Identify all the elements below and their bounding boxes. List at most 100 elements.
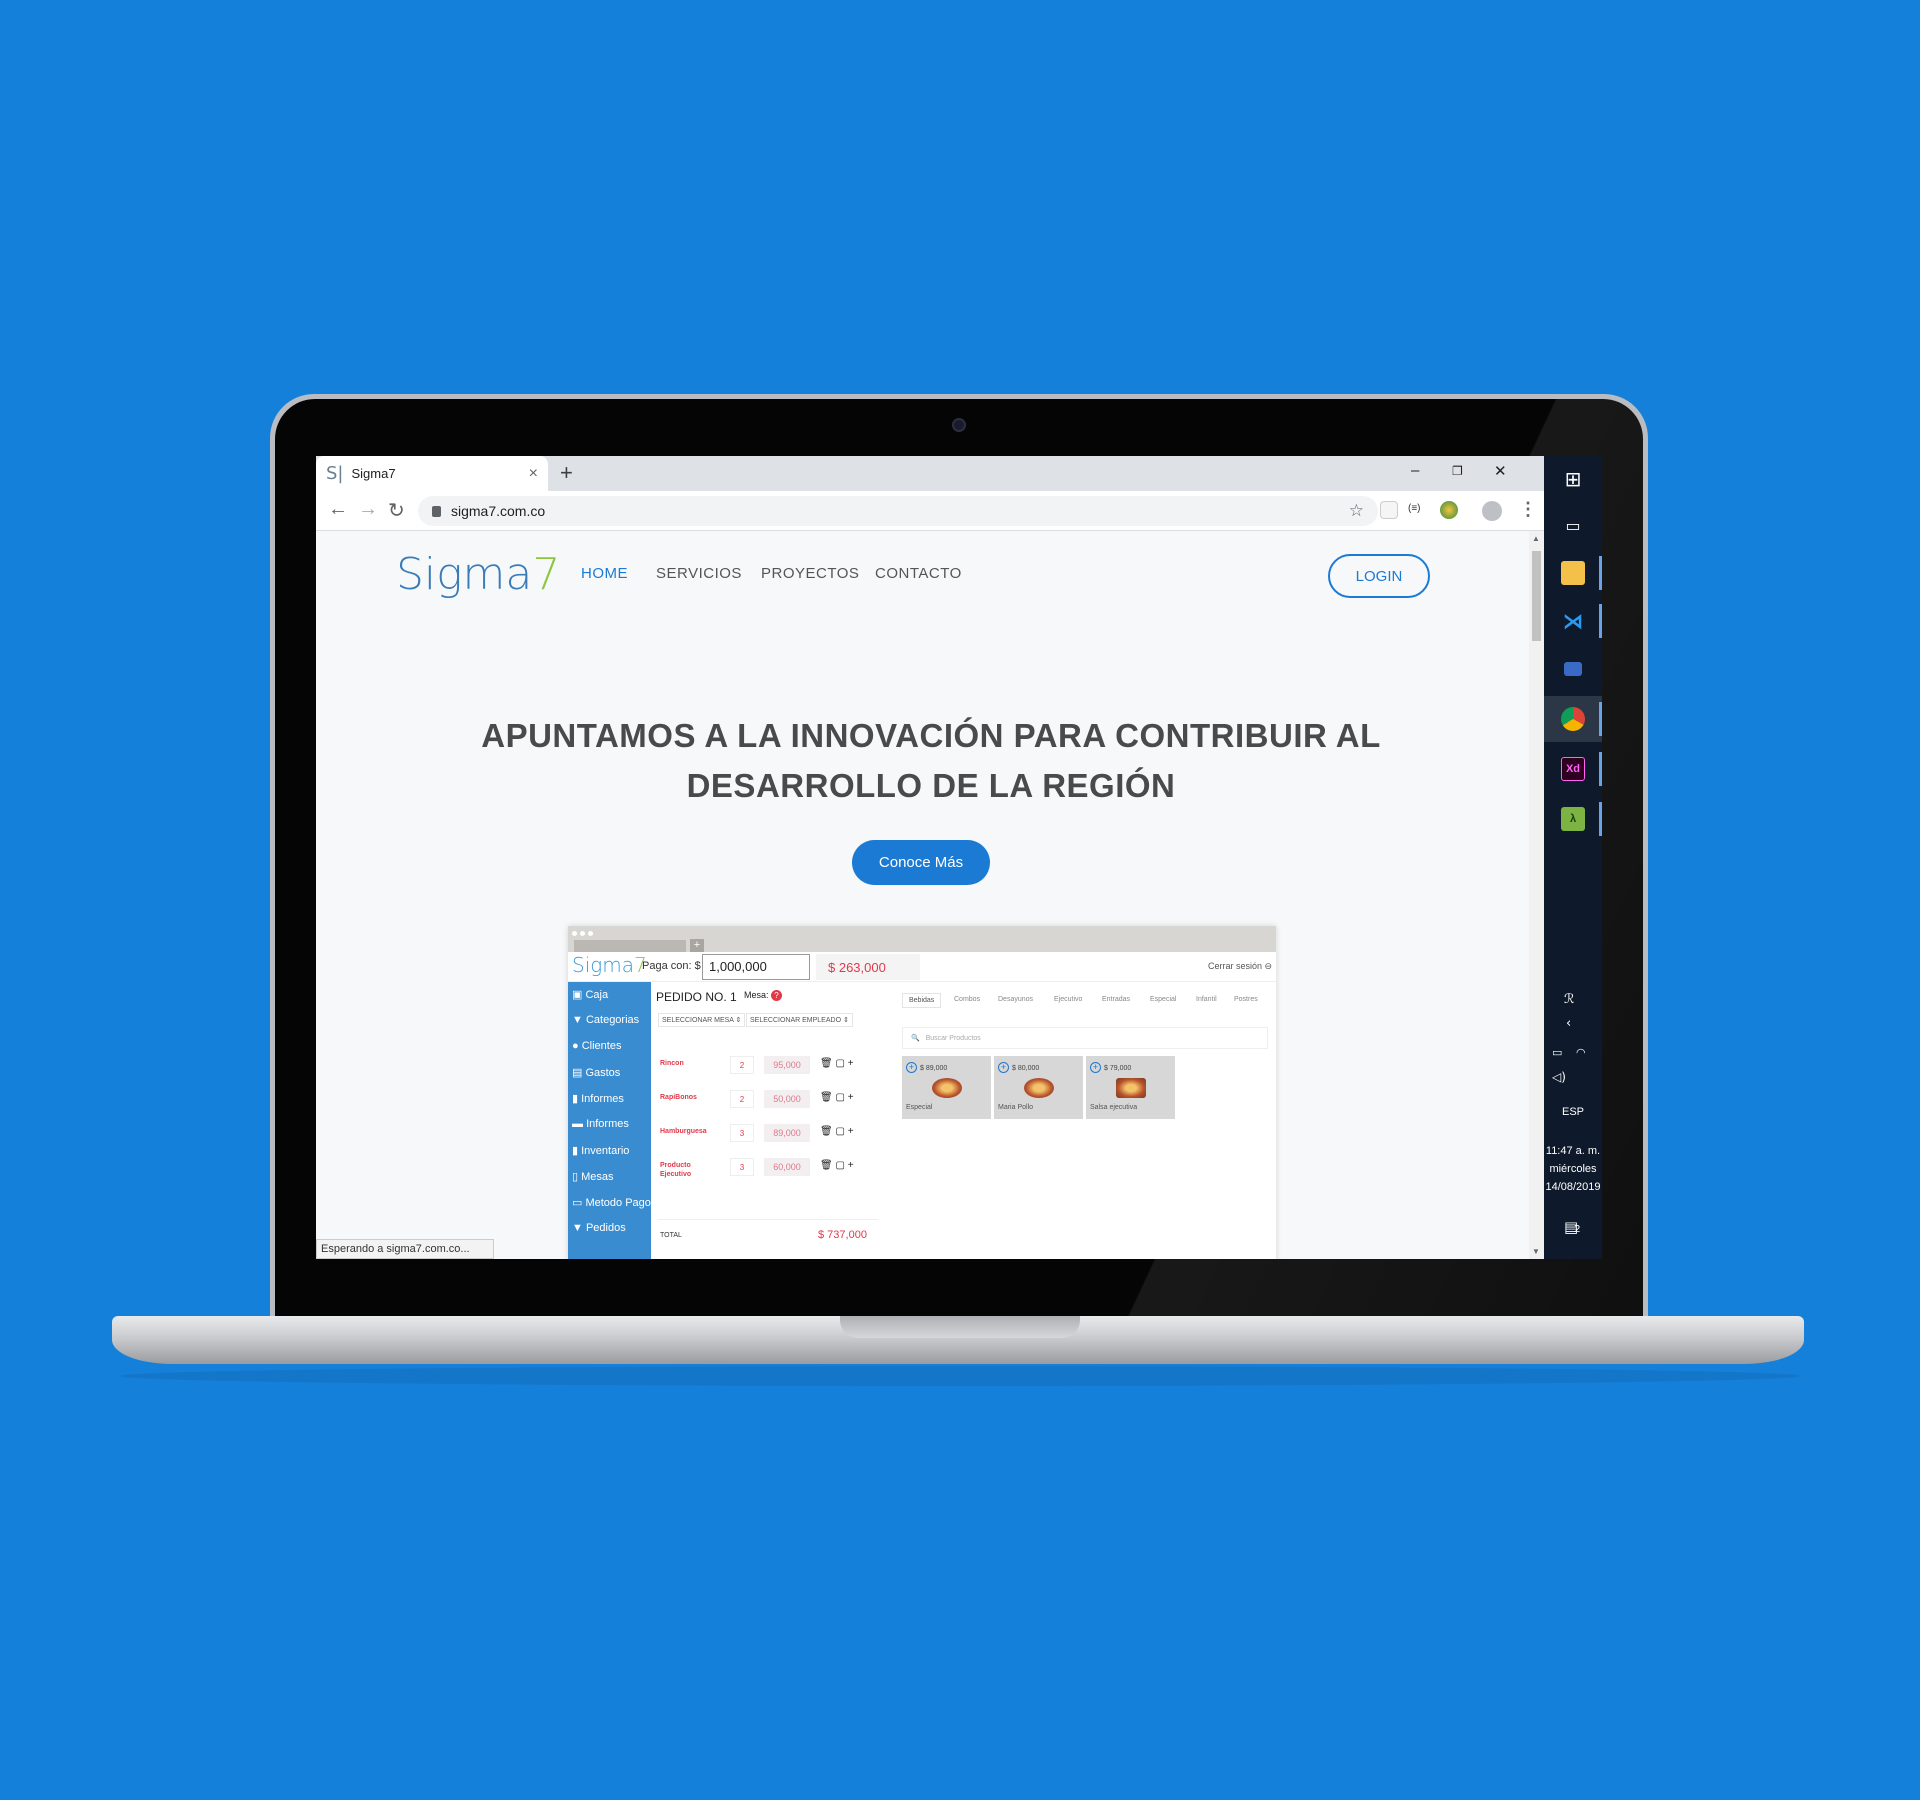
sidebar-item-mesas: ▯ Mesas	[572, 1171, 614, 1183]
android-studio-icon[interactable]: λ	[1544, 796, 1602, 842]
minimize-button[interactable]: –	[1411, 462, 1419, 479]
close-window-button[interactable]: ✕	[1494, 462, 1507, 480]
people-icon[interactable]: ℛ	[1564, 992, 1574, 1007]
scroll-down-icon[interactable]: ▼	[1532, 1247, 1540, 1256]
clock-day[interactable]: miércoles	[1544, 1160, 1602, 1178]
food-image	[1024, 1078, 1054, 1098]
nav-servicios[interactable]: SERVICIOS	[656, 565, 742, 582]
volume-icon[interactable]: ◁)	[1552, 1070, 1566, 1084]
lock-icon	[432, 505, 441, 517]
nav-contacto[interactable]: CONTACTO	[875, 565, 962, 582]
total-amount: $ 737,000	[818, 1229, 867, 1241]
scroll-up-icon[interactable]: ▲	[1532, 534, 1540, 543]
language-indicator[interactable]: ESP	[1544, 1103, 1602, 1121]
bookmark-star-icon[interactable]: ☆	[1349, 501, 1364, 521]
running-indicator	[1599, 702, 1602, 736]
address-bar[interactable]: sigma7.com.co ☆	[418, 496, 1378, 526]
browser-tabstrip: S| Sigma7 × + – ❐ ✕	[316, 456, 1544, 491]
sidebar-item-gastos: ▤ Gastos	[572, 1067, 621, 1079]
running-indicator	[1599, 802, 1602, 836]
order-row-name: Hamburguesa	[660, 1128, 707, 1135]
vscode-logo-icon: ⋊	[1563, 610, 1583, 633]
mesa-badge: ?	[771, 990, 783, 1002]
order-row-name: Producto Ejecutivo	[660, 1162, 692, 1178]
chevron-left-icon[interactable]: ‹	[1566, 1016, 1571, 1031]
vscode-icon[interactable]: ⋊	[1544, 598, 1602, 644]
category-tab: Combos	[954, 996, 981, 1003]
extension-code-icon[interactable]: (≡)	[1408, 503, 1426, 521]
battery-icon[interactable]: ▭	[1552, 1046, 1562, 1059]
sidebar-item-categorias: ▼ Categorias	[572, 1014, 640, 1026]
file-explorer-icon[interactable]	[1544, 550, 1602, 596]
order-row-actions: 🗑 ▢ +	[820, 1126, 854, 1137]
preview-plus-icon: +	[690, 939, 704, 952]
page-scrollbar[interactable]: ▲ ▼	[1529, 531, 1544, 1259]
running-indicator	[1599, 556, 1602, 590]
preview-header: Sigma7 Paga con: $ 1,000,000 $ 263,000 C…	[568, 952, 1276, 982]
sidebar-label: Informes	[586, 1118, 629, 1130]
nav-home[interactable]: HOME	[581, 565, 628, 582]
sidebar-label: Categorias	[585, 1014, 640, 1026]
product-name: Especial	[906, 1104, 933, 1111]
mesa-text: Mesa:	[744, 990, 769, 1000]
preview-dot	[588, 931, 593, 936]
windows-start-icon[interactable]: ⊞	[1544, 456, 1602, 502]
sidebar-label: Metodo Pago	[585, 1197, 651, 1209]
conoce-mas-button[interactable]: Conoce Más	[852, 840, 990, 885]
mesa-label: Mesa: ?	[744, 990, 783, 1002]
network-app-icon[interactable]	[1544, 646, 1602, 692]
category-tab: Infantil	[1196, 996, 1217, 1003]
adobe-xd-icon[interactable]: Xd	[1544, 746, 1602, 792]
scroll-thumb[interactable]	[1532, 551, 1541, 641]
category-tab: Postres	[1234, 996, 1258, 1003]
hero-line-1: APUNTAMOS A LA INNOVACIÓN PARA CONTRIBUI…	[481, 717, 1381, 754]
product-card: + $ 80,000 Maria Pollo	[994, 1056, 1083, 1119]
order-row-name: RapiBonos	[660, 1094, 697, 1101]
add-product-icon: +	[906, 1062, 917, 1073]
profile-avatar[interactable]	[1482, 501, 1502, 521]
chrome-taskbar-icon[interactable]	[1544, 696, 1602, 742]
android-studio-logo-icon: λ	[1561, 807, 1585, 831]
loading-status: Esperando a sigma7.com.co...	[316, 1239, 494, 1259]
nav-proyectos[interactable]: PROYECTOS	[761, 565, 859, 582]
back-arrow-icon[interactable]: ←	[328, 498, 348, 521]
wifi-icon[interactable]: ◠	[1576, 1046, 1586, 1059]
tab-close-icon[interactable]: ×	[529, 465, 538, 483]
clock-date[interactable]: 14/08/2019	[1544, 1178, 1602, 1196]
extension-blank-icon[interactable]	[1380, 501, 1398, 519]
webcam	[952, 418, 966, 432]
sidebar-item-pedidos: ▼ Pedidos	[572, 1222, 626, 1234]
laptop-notch	[840, 1316, 1080, 1338]
order-row-price: 95,000	[764, 1056, 810, 1074]
xd-label: Xd	[1561, 757, 1585, 781]
order-divider	[658, 1219, 878, 1220]
sidebar-label: Caja	[585, 989, 609, 1001]
forward-arrow-icon[interactable]: →	[358, 498, 378, 521]
order-row-price: 50,000	[764, 1090, 810, 1108]
notification-center-icon[interactable]: ▤2	[1564, 1218, 1581, 1236]
chrome-menu-icon[interactable]: ⋮	[1519, 499, 1537, 520]
new-tab-button[interactable]: +	[560, 460, 573, 486]
search-placeholder: Buscar Productos	[925, 1035, 981, 1042]
category-tab: Especial	[1150, 996, 1177, 1003]
login-button[interactable]: LOGIN	[1328, 554, 1430, 598]
extension-globe-icon[interactable]	[1440, 501, 1458, 519]
order-row-qty: 3	[730, 1124, 754, 1142]
sigma7-logo[interactable]: Sigma7	[396, 549, 560, 600]
select-mesa: SELECCIONAR MESA ⇕	[658, 1013, 746, 1027]
clock-time[interactable]: 11:47 a. m.	[1544, 1142, 1602, 1160]
task-view-icon[interactable]: ▭	[1544, 502, 1602, 548]
order-row-actions: 🗑 ▢ +	[820, 1092, 854, 1103]
restore-button[interactable]: ❐	[1452, 464, 1463, 478]
preview-dot	[580, 931, 585, 936]
food-image	[932, 1078, 962, 1098]
reload-icon[interactable]: ↻	[388, 498, 405, 523]
sidebar-label: Clientes	[581, 1040, 622, 1052]
select-empleado: SELECCIONAR EMPLEADO ⇕	[746, 1013, 853, 1027]
sidebar-item-metodo-pago: ▭ Metodo Pago	[572, 1197, 651, 1209]
product-price: $ 89,000	[920, 1065, 948, 1072]
browser-tab[interactable]: S| Sigma7 ×	[316, 456, 548, 491]
hero-title: APUNTAMOS A LA INNOVACIÓN PARA CONTRIBUI…	[376, 711, 1486, 811]
app-preview: + Sigma7 Paga con: $ 1,000,000 $ 263,000…	[568, 926, 1276, 1259]
product-card: + $ 89,000 Especial	[902, 1056, 991, 1119]
